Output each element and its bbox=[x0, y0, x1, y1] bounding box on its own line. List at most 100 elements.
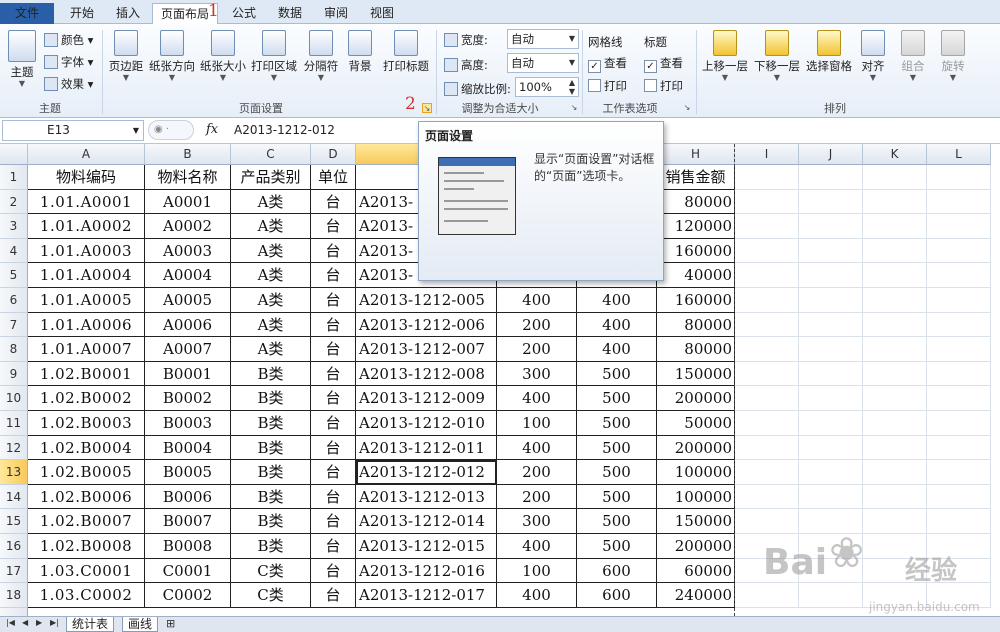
table-cell[interactable]: 台 bbox=[311, 435, 356, 461]
table-cell[interactable]: 50000 bbox=[657, 411, 735, 436]
table-cell[interactable] bbox=[799, 435, 863, 461]
table-cell[interactable]: 400 bbox=[497, 288, 577, 313]
table-cell[interactable] bbox=[927, 263, 991, 288]
header-cell[interactable]: 单位 bbox=[311, 165, 356, 190]
table-cell[interactable]: 40000 bbox=[657, 263, 735, 288]
table-cell[interactable]: 80000 bbox=[657, 312, 735, 338]
tab-file[interactable]: 文件 bbox=[0, 3, 54, 24]
table-cell[interactable] bbox=[863, 189, 927, 215]
column-header[interactable]: D bbox=[311, 144, 356, 165]
column-header[interactable]: A bbox=[28, 144, 145, 165]
table-cell[interactable]: A2013-1212-010 bbox=[356, 411, 497, 436]
table-cell[interactable]: 台 bbox=[311, 484, 356, 510]
column-header[interactable]: L bbox=[927, 144, 991, 165]
table-cell[interactable] bbox=[863, 361, 927, 387]
table-cell[interactable]: 1.02.B0006 bbox=[28, 484, 145, 510]
table-cell[interactable]: A0005 bbox=[145, 288, 231, 313]
select-all-corner[interactable] bbox=[0, 144, 28, 165]
table-cell[interactable]: 600 bbox=[577, 558, 657, 584]
table-cell[interactable]: 1.01.A0002 bbox=[28, 214, 145, 239]
table-cell[interactable]: 台 bbox=[311, 288, 356, 313]
sheet-tab[interactable]: 画线 bbox=[122, 617, 159, 632]
table-cell[interactable]: 1.02.B0007 bbox=[28, 509, 145, 534]
table-cell[interactable]: 80000 bbox=[657, 189, 735, 215]
table-cell[interactable] bbox=[863, 214, 927, 239]
table-cell[interactable]: B0006 bbox=[145, 484, 231, 510]
height-select[interactable]: 自动 ▼ bbox=[507, 53, 579, 73]
table-cell[interactable]: 台 bbox=[311, 337, 356, 362]
table-cell[interactable]: B类 bbox=[231, 534, 311, 559]
tab-review[interactable]: 审阅 bbox=[314, 3, 358, 24]
table-cell[interactable]: B0004 bbox=[145, 435, 231, 461]
last-sheet-icon[interactable]: ▶| bbox=[50, 618, 59, 627]
table-cell[interactable] bbox=[863, 337, 927, 362]
column-header[interactable]: C bbox=[231, 144, 311, 165]
table-cell[interactable] bbox=[735, 238, 799, 264]
table-cell[interactable]: B0002 bbox=[145, 386, 231, 411]
tab-view[interactable]: 视图 bbox=[360, 3, 404, 24]
table-cell[interactable] bbox=[863, 288, 927, 313]
row-header[interactable]: 11 bbox=[0, 411, 28, 436]
row-header[interactable]: 14 bbox=[0, 484, 28, 510]
table-cell[interactable]: 150000 bbox=[657, 361, 735, 387]
table-cell[interactable] bbox=[735, 460, 799, 485]
tab-insert[interactable]: 插入 bbox=[106, 3, 150, 24]
row-header[interactable]: 12 bbox=[0, 435, 28, 461]
table-cell[interactable] bbox=[799, 312, 863, 338]
table-cell[interactable] bbox=[799, 411, 863, 436]
rotate-button[interactable]: 旋转 ▼ bbox=[938, 30, 968, 82]
table-cell[interactable]: 400 bbox=[577, 312, 657, 338]
table-cell[interactable]: 300 bbox=[497, 361, 577, 387]
table-cell[interactable]: 1.01.A0003 bbox=[28, 238, 145, 264]
table-cell[interactable]: 1.03.C0002 bbox=[28, 583, 145, 608]
print-area-button[interactable]: 打印区域 ▼ bbox=[250, 30, 298, 82]
sheet-tab[interactable]: 统计表 bbox=[66, 617, 115, 632]
row-header[interactable]: 16 bbox=[0, 534, 28, 559]
table-cell[interactable]: A2013-1212-017 bbox=[356, 583, 497, 608]
align-button[interactable]: 对齐 ▼ bbox=[858, 30, 888, 82]
sheet-options-dialog-launcher-icon[interactable]: ↘ bbox=[682, 103, 692, 113]
table-cell[interactable]: A2013-1212-009 bbox=[356, 386, 497, 411]
table-cell[interactable]: B类 bbox=[231, 484, 311, 510]
table-cell[interactable]: 500 bbox=[577, 361, 657, 387]
width-select[interactable]: 自动 ▼ bbox=[507, 29, 579, 49]
table-cell[interactable]: A0002 bbox=[145, 214, 231, 239]
table-cell[interactable]: 100 bbox=[497, 558, 577, 584]
table-cell[interactable]: A类 bbox=[231, 312, 311, 338]
table-cell[interactable]: 400 bbox=[497, 534, 577, 559]
table-cell[interactable]: 200000 bbox=[657, 386, 735, 411]
table-cell[interactable] bbox=[735, 386, 799, 411]
table-cell[interactable]: B0005 bbox=[145, 460, 231, 485]
column-header[interactable]: J bbox=[799, 144, 863, 165]
table-cell[interactable] bbox=[927, 337, 991, 362]
row-header[interactable]: 4 bbox=[0, 238, 28, 264]
table-cell[interactable]: 台 bbox=[311, 263, 356, 288]
table-cell[interactable]: C类 bbox=[231, 558, 311, 584]
table-cell[interactable]: C0002 bbox=[145, 583, 231, 608]
table-cell[interactable]: A2013-1212-016 bbox=[356, 558, 497, 584]
table-cell[interactable]: A类 bbox=[231, 288, 311, 313]
table-cell[interactable]: B类 bbox=[231, 361, 311, 387]
table-cell[interactable]: 200 bbox=[497, 484, 577, 510]
table-cell[interactable]: 1.02.B0004 bbox=[28, 435, 145, 461]
row-header[interactable]: 2 bbox=[0, 189, 28, 215]
row-header[interactable]: 3 bbox=[0, 214, 28, 239]
row-header[interactable] bbox=[0, 607, 28, 616]
selection-pane-button[interactable]: 选择窗格 bbox=[804, 30, 854, 74]
column-header[interactable]: B bbox=[145, 144, 231, 165]
orientation-button[interactable]: 纸张方向 ▼ bbox=[148, 30, 196, 82]
table-cell[interactable]: B0008 bbox=[145, 534, 231, 559]
tab-formulas[interactable]: 公式 bbox=[222, 3, 266, 24]
first-sheet-icon[interactable]: |◀ bbox=[6, 618, 15, 627]
table-cell[interactable]: B0003 bbox=[145, 411, 231, 436]
table-cell[interactable]: 台 bbox=[311, 361, 356, 387]
table-cell[interactable]: A2013-1212-006 bbox=[356, 312, 497, 338]
row-header[interactable]: 6 bbox=[0, 288, 28, 313]
table-cell[interactable] bbox=[927, 435, 991, 461]
column-header[interactable]: I bbox=[735, 144, 799, 165]
header-cell[interactable]: 物料编码 bbox=[28, 165, 145, 190]
table-cell[interactable]: 400 bbox=[497, 435, 577, 461]
table-cell[interactable] bbox=[735, 435, 799, 461]
tab-home[interactable]: 开始 bbox=[60, 3, 104, 24]
table-cell[interactable]: 160000 bbox=[657, 288, 735, 313]
